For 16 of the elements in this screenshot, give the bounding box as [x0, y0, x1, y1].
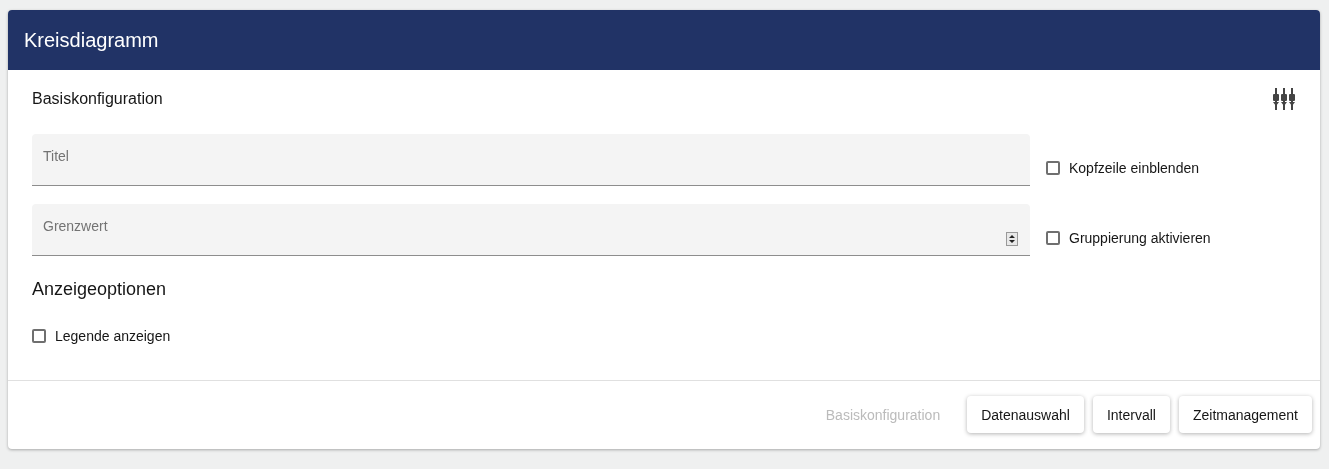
- section-heading: Basiskonfiguration: [32, 90, 163, 108]
- checkbox-label: Legende anzeigen: [55, 328, 171, 344]
- number-field[interactable]: Grenzwert: [32, 204, 1030, 256]
- step-button[interactable]: Zeitmanagement: [1178, 396, 1312, 433]
- checkbox[interactable]: [32, 329, 46, 343]
- checkbox-label: Kopfzeile einblenden: [1069, 160, 1199, 176]
- spinner-icon[interactable]: [1006, 232, 1018, 246]
- step-button[interactable]: Intervall: [1092, 396, 1170, 433]
- step-button[interactable]: Datenauswahl: [967, 396, 1084, 433]
- checkbox[interactable]: [1046, 231, 1060, 245]
- input-field[interactable]: Titel: [32, 134, 1030, 186]
- checkbox[interactable]: [1046, 161, 1060, 175]
- checkbox-label: Gruppierung aktivieren: [1069, 230, 1211, 246]
- window-title: Kreisdiagramm: [8, 10, 1320, 70]
- equalizer-icon[interactable]: [1272, 88, 1296, 110]
- section-heading: Anzeigeoptionen: [32, 279, 168, 300]
